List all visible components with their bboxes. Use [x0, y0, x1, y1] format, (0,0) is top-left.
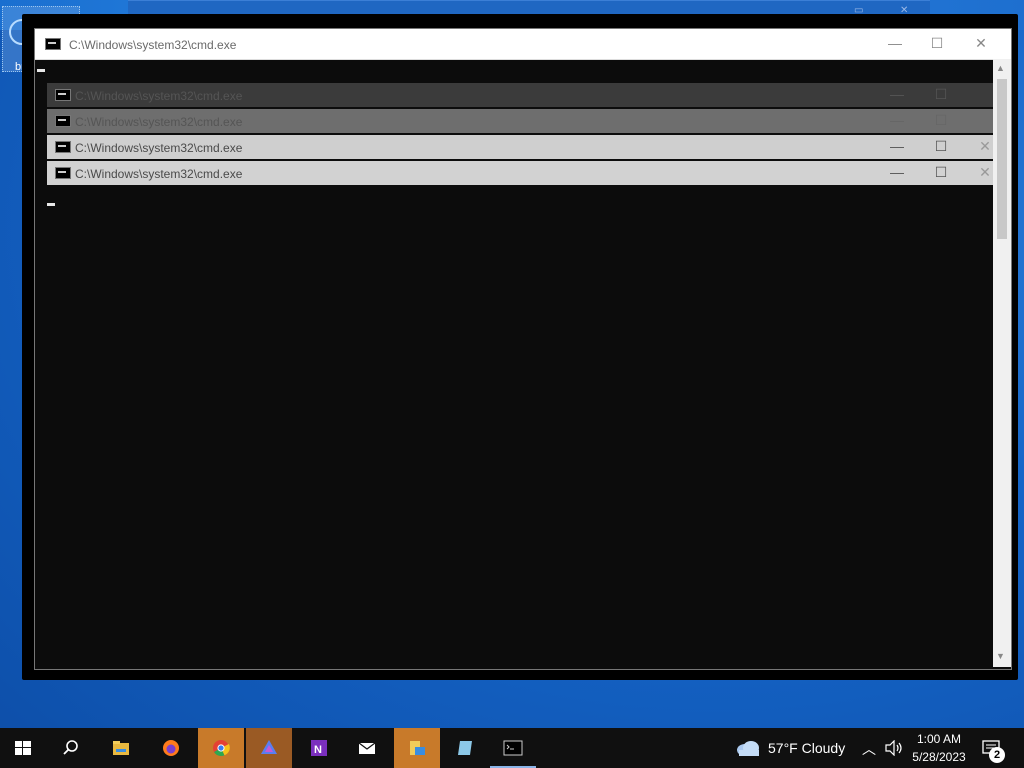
mail-icon — [358, 742, 376, 754]
taskbar: N 57°F Cloudy ︿ 1:00 AM 5/28/2023 — [0, 728, 1024, 768]
svg-text:N: N — [314, 744, 322, 756]
onenote-icon: N — [311, 740, 327, 756]
cmd-icon — [55, 115, 71, 127]
start-button[interactable] — [0, 728, 46, 768]
window-titlebar[interactable]: C:\Windows\system32\cmd.exe — ☐ ✕ — [35, 29, 1011, 60]
console-cursor — [47, 203, 55, 206]
chevron-up-icon[interactable]: ︿ — [862, 739, 876, 759]
stacked-window-titlebar[interactable]: C:\Windows\system32\cmd.exe — ☐ — [47, 83, 1007, 107]
taskbar-firefox[interactable] — [148, 728, 194, 768]
maximize-button[interactable]: ☐ — [931, 86, 951, 103]
maximize-button[interactable]: ☐ — [931, 112, 951, 129]
volume-icon[interactable] — [884, 740, 904, 756]
minimize-button[interactable]: — — [885, 35, 905, 51]
cmd-icon — [55, 141, 71, 153]
taskbar-chrome[interactable] — [198, 728, 244, 768]
stacked-window-title: C:\Windows\system32\cmd.exe — [75, 141, 243, 155]
minimize-button[interactable]: — — [887, 138, 907, 154]
file-explorer-icon — [113, 741, 129, 755]
close-button[interactable]: ✕ — [971, 35, 991, 52]
taskbar-file-explorer[interactable] — [98, 728, 144, 768]
taskbar-app[interactable] — [246, 728, 292, 768]
taskbar-mail[interactable] — [344, 728, 390, 768]
terminal-icon — [503, 740, 523, 756]
window-title: C:\Windows\system32\cmd.exe — [69, 38, 237, 52]
app-icon — [458, 741, 472, 755]
cmd-icon — [45, 38, 61, 50]
taskbar-terminal[interactable] — [490, 728, 536, 768]
chrome-icon — [213, 740, 230, 756]
clock-time[interactable]: 1:00 AM — [904, 732, 974, 746]
scroll-thumb[interactable] — [997, 79, 1007, 239]
taskbar-app[interactable] — [442, 728, 488, 768]
close-button[interactable]: ✕ — [975, 164, 995, 181]
stacked-window-title: C:\Windows\system32\cmd.exe — [75, 167, 243, 181]
taskbar-onenote[interactable]: N — [296, 728, 342, 768]
taskbar-files[interactable] — [394, 728, 440, 768]
files-icon — [410, 741, 425, 755]
close-button[interactable]: ✕ — [975, 138, 995, 155]
scroll-down-icon[interactable]: ▼ — [996, 651, 1005, 661]
maximize-button[interactable]: ☐ — [931, 138, 951, 155]
scroll-up-icon[interactable]: ▲ — [996, 63, 1005, 73]
stacked-window-title: C:\Windows\system32\cmd.exe — [75, 89, 243, 103]
stacked-window-titlebar[interactable]: C:\Windows\system32\cmd.exe — ☐ ✕ — [47, 161, 1007, 185]
weather-text[interactable]: 57°F Cloudy — [768, 740, 845, 756]
minimize-button[interactable]: — — [887, 164, 907, 180]
app-icon — [261, 740, 277, 754]
cmd-window[interactable]: C:\Windows\system32\cmd.exe — ☐ ✕ C:\Win… — [34, 28, 1012, 670]
firefox-icon — [163, 740, 179, 756]
clock-date[interactable]: 5/28/2023 — [904, 750, 974, 764]
cmd-icon — [55, 167, 71, 179]
notification-badge: 2 — [989, 747, 1005, 763]
console-cursor — [37, 69, 45, 72]
vertical-scrollbar[interactable]: ▲ ▼ — [993, 59, 1011, 667]
maximize-button[interactable]: ☐ — [927, 35, 947, 52]
cmd-icon — [55, 89, 71, 101]
cloud-icon[interactable] — [734, 738, 762, 758]
minimize-button[interactable]: — — [887, 112, 907, 128]
search-icon — [63, 740, 78, 755]
search-button[interactable] — [48, 728, 94, 768]
stacked-window-title: C:\Windows\system32\cmd.exe — [75, 115, 243, 129]
windows-icon — [15, 741, 31, 755]
minimize-button[interactable]: — — [887, 86, 907, 102]
maximize-button[interactable]: ☐ — [931, 164, 951, 181]
stacked-window-titlebar[interactable]: C:\Windows\system32\cmd.exe — ☐ ✕ — [47, 135, 1007, 159]
stacked-window-titlebar[interactable]: C:\Windows\system32\cmd.exe — ☐ — [47, 109, 1007, 133]
